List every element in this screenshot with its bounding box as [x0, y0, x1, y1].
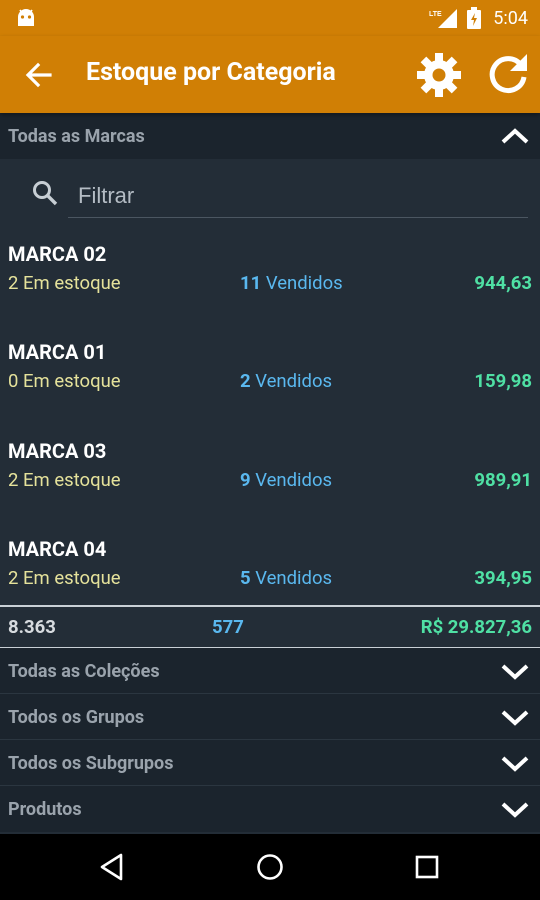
app-bar: Estoque por Categoria	[0, 36, 540, 113]
total-value: R$ 29.827,36	[420, 616, 532, 638]
totals-row: 8.363 577 R$ 29.827,36	[0, 605, 540, 649]
products-section-header[interactable]: Produtos	[0, 786, 540, 832]
item-sold-count: 2	[240, 370, 251, 392]
clock: 5:04	[493, 7, 528, 29]
list-item[interactable]: MARCA 01 0 Em estoque 2 Vendidos 159,98	[0, 328, 540, 426]
gear-icon[interactable]	[414, 50, 464, 100]
navigation-bar	[0, 834, 540, 900]
list-item[interactable]: MARCA 03 2 Em estoque 9 Vendidos 989,91	[0, 427, 540, 525]
subgroups-section-header[interactable]: Todos os Subgrupos	[0, 740, 540, 786]
search-icon	[33, 181, 58, 206]
item-name: MARCA 01	[8, 340, 107, 364]
chevron-down-icon	[501, 802, 529, 818]
item-sold-label: Vendidos	[265, 272, 343, 294]
back-triangle-icon[interactable]	[98, 852, 128, 882]
back-arrow-icon[interactable]	[20, 56, 58, 94]
brands-section-header[interactable]: Todas as Marcas	[0, 113, 540, 159]
home-circle-icon[interactable]	[255, 852, 285, 882]
item-sold-count: 9	[240, 469, 251, 491]
battery-icon	[467, 7, 482, 29]
status-bar: LTE 5:04	[0, 0, 540, 36]
item-sold: 9 Vendidos	[240, 469, 332, 491]
chevron-up-icon	[501, 128, 529, 144]
item-value: 159,98	[474, 370, 532, 392]
android-icon	[18, 9, 34, 26]
collections-section-label: Todas as Coleções	[8, 661, 160, 682]
item-value: 944,63	[474, 272, 532, 294]
refresh-icon[interactable]	[483, 50, 533, 100]
filter-row	[0, 160, 540, 222]
groups-section-header[interactable]: Todos os Grupos	[0, 694, 540, 740]
item-sold-label: Vendidos	[255, 567, 333, 589]
products-section-label: Produtos	[8, 799, 82, 820]
item-stock: 0 Em estoque	[8, 370, 121, 392]
total-stock: 8.363	[8, 616, 56, 638]
item-sold-label: Vendidos	[255, 469, 333, 491]
item-stock: 2 Em estoque	[8, 567, 121, 589]
item-name: MARCA 02	[8, 242, 107, 266]
groups-section-label: Todos os Grupos	[8, 707, 145, 728]
item-name: MARCA 03	[8, 439, 107, 463]
chevron-down-icon	[501, 664, 529, 680]
brands-section-label: Todas as Marcas	[8, 126, 145, 147]
item-sold-label: Vendidos	[255, 370, 333, 392]
list-item[interactable]: MARCA 02 2 Em estoque 11 Vendidos 944,63	[0, 230, 540, 328]
item-sold-count: 5	[240, 567, 251, 589]
chevron-down-icon	[501, 756, 529, 772]
item-sold: 2 Vendidos	[240, 370, 332, 392]
collections-section-header[interactable]: Todas as Coleções	[0, 648, 540, 694]
item-value: 394,95	[474, 567, 532, 589]
network-label: LTE	[429, 11, 442, 18]
item-name: MARCA 04	[8, 537, 107, 561]
item-stock: 2 Em estoque	[8, 469, 121, 491]
filter-input[interactable]	[68, 174, 528, 218]
page-title: Estoque por Categoria	[86, 58, 336, 87]
subgroups-section-label: Todos os Subgrupos	[8, 753, 174, 774]
item-sold: 11 Vendidos	[240, 272, 343, 294]
chevron-down-icon	[501, 710, 529, 726]
recents-square-icon[interactable]	[412, 852, 442, 882]
item-sold: 5 Vendidos	[240, 567, 332, 589]
total-sold: 577	[212, 616, 244, 638]
item-sold-count: 11	[240, 272, 262, 294]
item-value: 989,91	[474, 469, 532, 491]
lte-signal-icon: LTE	[429, 9, 458, 28]
item-stock: 2 Em estoque	[8, 272, 121, 294]
